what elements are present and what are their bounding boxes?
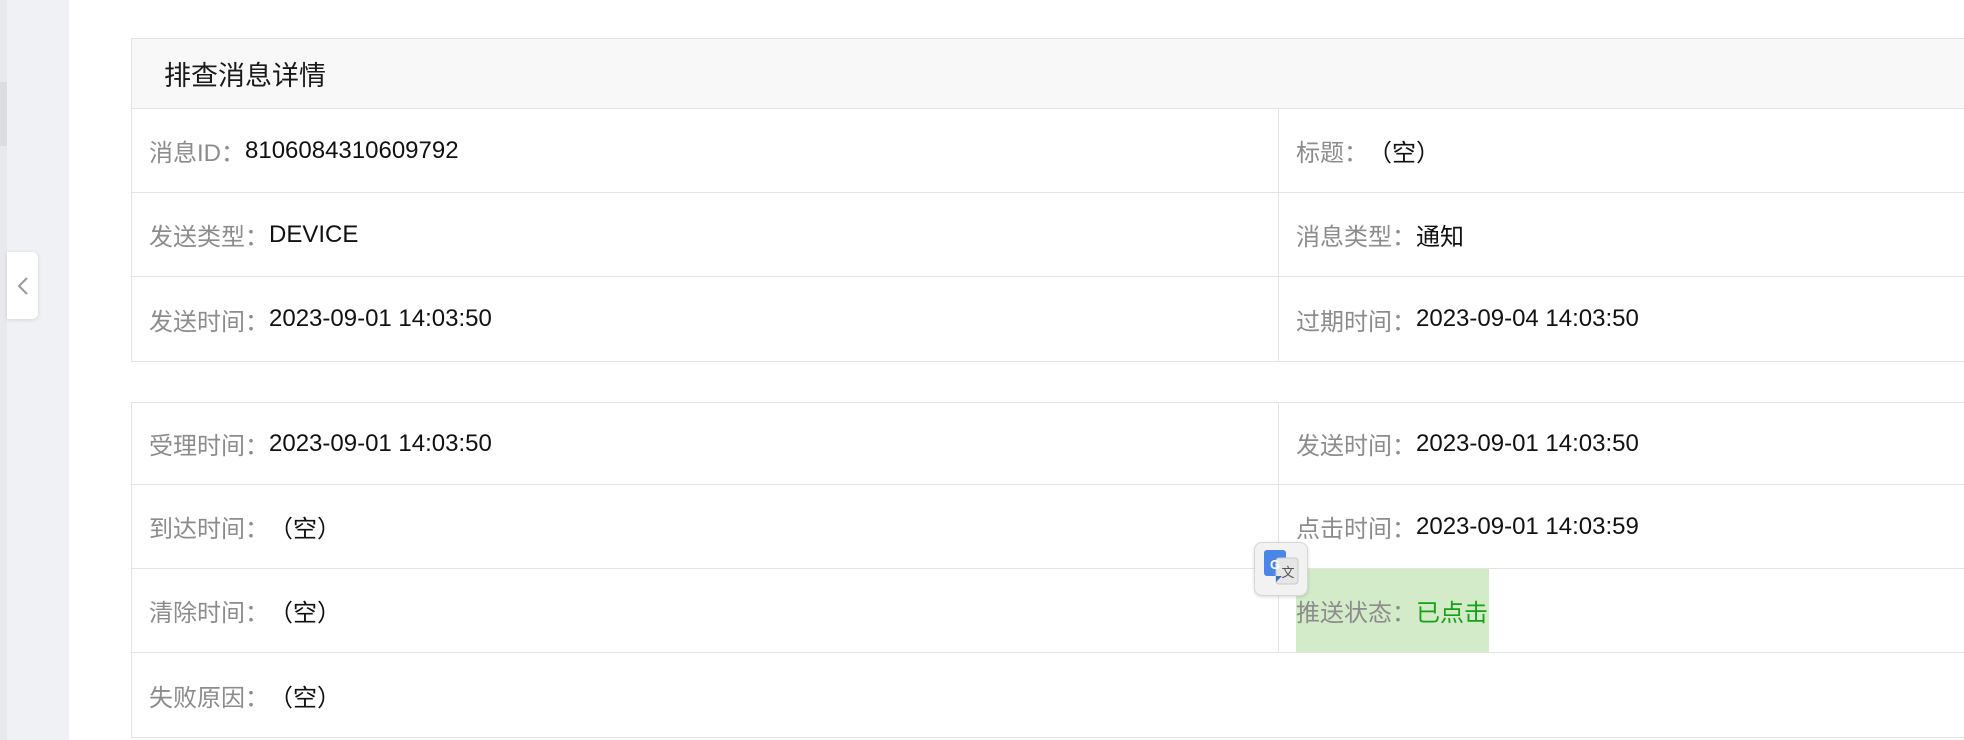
field-label: 发送时间： [149, 308, 269, 336]
google-translate-button[interactable]: G 文 [1254, 542, 1308, 596]
field-label: 发送时间： [1296, 433, 1416, 460]
rail-active-marker [0, 82, 7, 146]
field-label: 消息类型： [1296, 224, 1416, 251]
send-type-cell: 发送类型： DEVICE [132, 193, 1279, 276]
field-label: 清除时间： [149, 600, 269, 627]
detail-row: 消息ID： 8106084310609792 标题： （空） [132, 109, 1964, 193]
title-cell: 标题： （空） [1279, 109, 1964, 192]
detail-row: 受理时间： 2023-09-01 14:03:50 发送时间： 2023-09-… [132, 403, 1964, 485]
field-label: 消息ID： [149, 140, 245, 167]
field-label: 受理时间： [149, 433, 269, 460]
accept-time-cell: 受理时间： 2023-09-01 14:03:50 [132, 403, 1279, 484]
message-id-cell: 消息ID： 8106084310609792 [132, 109, 1279, 192]
field-label: 过期时间： [1296, 308, 1416, 336]
detail-row: 清除时间： （空） 推送状态： 已点击 [132, 569, 1964, 653]
message-detail-card: 排查消息详情 消息ID： 8106084310609792 标题： （空） 发送… [131, 38, 1964, 362]
field-label: 推送状态： [1296, 600, 1416, 627]
card-title: 排查消息详情 [132, 39, 1964, 109]
detail-row: 发送时间： 2023-09-01 14:03:50 过期时间： 2023-09-… [132, 277, 1964, 361]
click-time-value: 2023-09-01 14:03:59 [1416, 512, 1639, 540]
click-time-cell: 点击时间： 2023-09-01 14:03:59 [1279, 485, 1964, 568]
push-status-value: 已点击 [1416, 600, 1488, 627]
arrive-time-cell: 到达时间： （空） [132, 485, 1279, 568]
send-time-value: 2023-09-01 14:03:50 [269, 305, 492, 332]
delivery-status-card: 受理时间： 2023-09-01 14:03:50 发送时间： 2023-09-… [131, 402, 1964, 738]
field-label: 点击时间： [1296, 516, 1416, 543]
expire-time-value: 2023-09-04 14:03:50 [1416, 305, 1639, 332]
message-type-cell: 消息类型： 通知 [1279, 193, 1964, 276]
send-type-value: DEVICE [269, 220, 359, 248]
sidebar-collapse-button[interactable] [7, 252, 38, 319]
field-label: 发送类型： [149, 224, 269, 251]
svg-text:G: G [1270, 557, 1280, 572]
field-label: 到达时间： [149, 516, 269, 543]
field-label: 失败原因： [149, 684, 269, 712]
accept-time-value: 2023-09-01 14:03:50 [269, 429, 492, 457]
google-translate-icon: G 文 [1262, 548, 1300, 591]
push-status-cell: 推送状态： 已点击 [1279, 569, 1964, 652]
fail-reason-value: （空） [269, 684, 341, 712]
svg-text:文: 文 [1281, 566, 1294, 581]
clear-time-value: （空） [269, 600, 341, 627]
message-type-value: 通知 [1416, 224, 1464, 251]
arrive-time-value: （空） [269, 516, 341, 543]
clear-time-cell: 清除时间： （空） [132, 569, 1279, 652]
expire-time-cell: 过期时间： 2023-09-04 14:03:50 [1279, 277, 1964, 361]
field-label: 标题： [1296, 140, 1368, 167]
message-id-value: 8106084310609792 [245, 136, 459, 164]
detail-row: 到达时间： （空） 点击时间： 2023-09-01 14:03:59 [132, 485, 1964, 569]
title-value: （空） [1368, 140, 1440, 167]
send-time-cell: 发送时间： 2023-09-01 14:03:50 [1279, 403, 1964, 484]
fail-reason-cell: 失败原因： （空） [132, 653, 1964, 737]
status-wrap: 推送状态： 已点击 [1296, 593, 1488, 628]
left-rail [0, 0, 69, 740]
send-time-value: 2023-09-01 14:03:50 [1416, 429, 1639, 457]
chevron-left-icon [16, 275, 30, 297]
detail-row: 失败原因： （空） [132, 653, 1964, 737]
send-time-cell: 发送时间： 2023-09-01 14:03:50 [132, 277, 1279, 361]
detail-row: 发送类型： DEVICE 消息类型： 通知 [132, 193, 1964, 277]
